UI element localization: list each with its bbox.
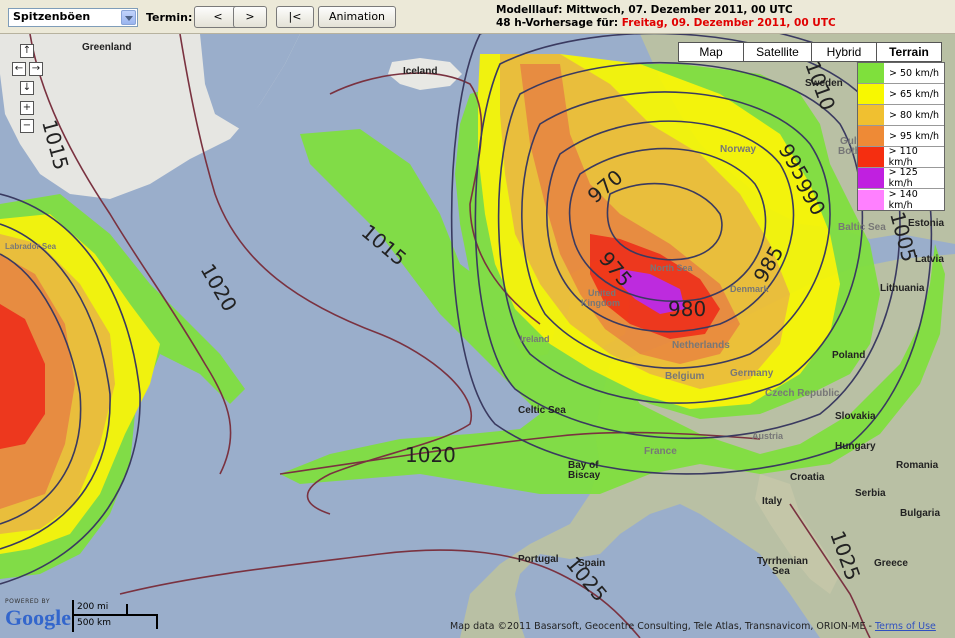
- place-label: Denmark: [730, 284, 770, 294]
- place-label: Belgium: [665, 371, 705, 382]
- place-label: Serbia: [855, 488, 886, 499]
- legend-row: > 95 km/h: [858, 126, 944, 147]
- legend-row: > 140 km/h: [858, 188, 944, 211]
- model-run-text: Modelllauf: Mittwoch, 07. Dezember 2011,…: [496, 4, 793, 16]
- place-label: Czech Republic: [765, 388, 840, 399]
- legend-swatch: [858, 189, 884, 210]
- place-label: Germany: [730, 368, 774, 379]
- isobar-label: 1020: [196, 260, 242, 316]
- map-type-map[interactable]: Map: [678, 42, 744, 62]
- google-logo-text: Google: [5, 605, 71, 630]
- isobar-label: 1020: [405, 443, 456, 467]
- animation-button[interactable]: Animation: [318, 6, 396, 28]
- forecast-text: 48 h-Vorhersage für: Freitag, 09. Dezemb…: [496, 17, 836, 30]
- legend-label: > 125 km/h: [888, 167, 918, 189]
- place-label: Baltic Sea: [838, 222, 886, 233]
- place-label: Norway: [720, 144, 757, 155]
- isobar-label: 980: [668, 297, 706, 321]
- terms-of-use-link[interactable]: Terms of Use: [875, 621, 936, 632]
- map-canvas[interactable]: 1015 1020 1015 1020 970 975 980 985 990 …: [0, 34, 955, 638]
- gust-legend: > 50 km/h > 65 km/h > 80 km/h > 95 km/h …: [857, 62, 945, 211]
- place-label: Latvia: [915, 254, 944, 265]
- place-label: Estonia: [908, 218, 945, 229]
- legend-swatch: [858, 168, 884, 188]
- place-label: Netherlands: [672, 340, 730, 351]
- place-label: Austria: [752, 431, 784, 441]
- place-label: Portugal: [518, 554, 559, 565]
- pan-right-button[interactable]: →: [29, 62, 43, 76]
- forecast-prefix: 48 h-Vorhersage für:: [496, 17, 622, 29]
- place-label: France: [644, 446, 677, 457]
- google-logo[interactable]: Google: [5, 605, 71, 631]
- legend-label: > 50 km/h: [889, 67, 940, 79]
- pan-down-button[interactable]: ↓: [20, 81, 34, 95]
- toolbar: Spitzenböen Termin: < > |< Animation Mod…: [0, 0, 955, 34]
- zoom-out-button[interactable]: −: [20, 119, 34, 133]
- legend-label: > 65 km/h: [889, 88, 940, 100]
- place-label: Italy: [762, 496, 782, 507]
- parameter-select[interactable]: Spitzenböen: [8, 8, 138, 27]
- place-label: Romania: [896, 460, 939, 471]
- map-type-satellite[interactable]: Satellite: [743, 42, 812, 62]
- legend-label: > 110 km/h: [888, 146, 918, 168]
- zoom-in-button[interactable]: +: [20, 101, 34, 115]
- pan-up-button[interactable]: ↑: [20, 44, 34, 58]
- place-label: Lithuania: [880, 283, 925, 294]
- legend-label: > 80 km/h: [889, 109, 940, 121]
- scale-miles: 200 mi: [77, 602, 109, 612]
- scale-line: [72, 614, 158, 616]
- place-label: Hungary: [835, 441, 876, 452]
- legend-swatch: [858, 147, 884, 167]
- run-info: Modelllauf: Mittwoch, 07. Dezember 2011,…: [496, 4, 836, 30]
- place-label: Greece: [874, 558, 908, 569]
- place-label: Sea: [772, 566, 790, 577]
- place-label: Celtic Sea: [518, 405, 566, 416]
- scale-km: 500 km: [77, 618, 112, 628]
- legend-row: > 50 km/h: [858, 63, 944, 84]
- map-type-hybrid[interactable]: Hybrid: [811, 42, 877, 62]
- first-button[interactable]: |<: [276, 6, 314, 28]
- map-type-terrain[interactable]: Terrain: [876, 42, 942, 62]
- legend-row: > 65 km/h: [858, 84, 944, 105]
- legend-label: > 140 km/h: [888, 188, 918, 211]
- parameter-select-value: Spitzenböen: [13, 10, 91, 23]
- place-label: Ireland: [520, 334, 550, 344]
- place-label: North Sea: [650, 263, 694, 273]
- place-label: Croatia: [790, 472, 825, 483]
- place-label: Iceland: [403, 66, 437, 77]
- attribution-text: Map data ©2011 Basarsoft, Geocentre Cons…: [450, 621, 875, 632]
- scale-tick: [72, 600, 74, 632]
- legend-swatch: [858, 84, 884, 104]
- map-type-switcher: Map Satellite Hybrid Terrain: [678, 42, 942, 62]
- legend-row: > 125 km/h: [858, 167, 944, 189]
- place-label: Bulgaria: [900, 508, 940, 519]
- forecast-date: Freitag, 09. Dezember 2011, 00 UTC: [621, 17, 836, 29]
- place-label: Greenland: [82, 42, 131, 53]
- place-label: Labrador Sea: [5, 242, 57, 251]
- next-button[interactable]: >: [233, 6, 267, 28]
- map-layer: 1015 1020 1015 1020 970 975 980 985 990 …: [0, 34, 955, 638]
- place-label: Biscay: [568, 470, 601, 481]
- legend-swatch: [858, 63, 884, 83]
- legend-row: > 110 km/h: [858, 146, 944, 168]
- place-label: Poland: [832, 350, 865, 361]
- legend-swatch: [858, 105, 884, 125]
- scale-bar: 200 mi 500 km: [72, 600, 162, 632]
- pan-left-button[interactable]: ←: [12, 62, 26, 76]
- place-label: Spain: [578, 558, 605, 569]
- termin-label: Termin:: [146, 11, 193, 24]
- place-label: Slovakia: [835, 411, 876, 422]
- legend-swatch: [858, 126, 884, 146]
- legend-row: > 80 km/h: [858, 105, 944, 126]
- scale-tick: [156, 614, 158, 629]
- place-label: United: [588, 288, 616, 298]
- place-label: Kingdom: [581, 298, 620, 308]
- place-label: Sweden: [805, 78, 843, 89]
- attribution: Map data ©2011 Basarsoft, Geocentre Cons…: [450, 621, 936, 632]
- powered-by-text: POWERED BY: [5, 598, 51, 605]
- legend-label: > 95 km/h: [889, 130, 940, 142]
- chevron-down-icon[interactable]: [121, 10, 136, 25]
